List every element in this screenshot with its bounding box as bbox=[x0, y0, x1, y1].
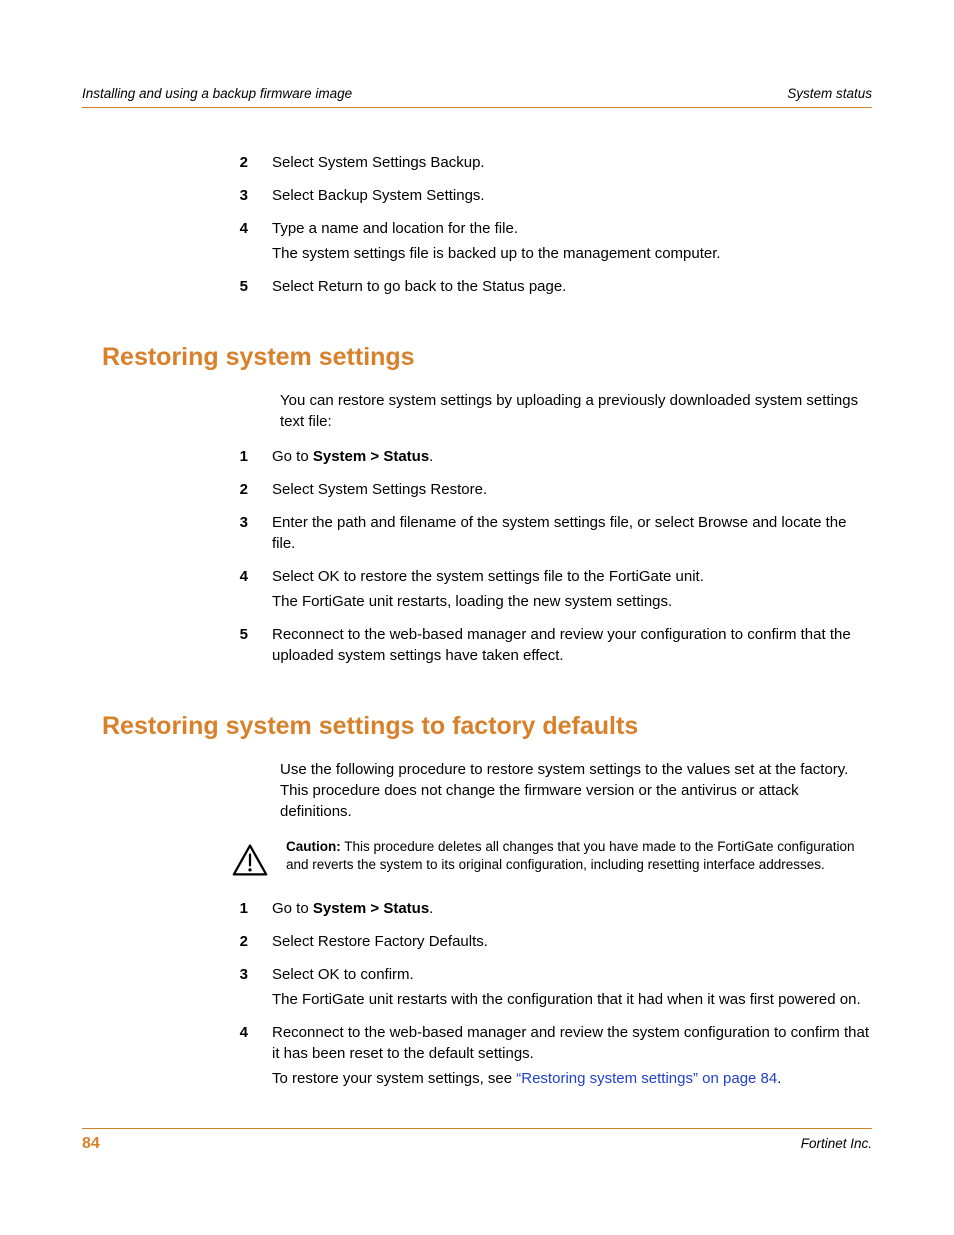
step-number: 1 bbox=[232, 446, 272, 471]
step-body: Select Return to go back to the Status p… bbox=[272, 276, 872, 301]
step-number: 2 bbox=[232, 152, 272, 177]
step-body: Reconnect to the web-based manager and r… bbox=[272, 624, 872, 670]
step-item: 3 Select OK to confirm. The FortiGate un… bbox=[232, 964, 872, 1014]
step-item: 3 Select Backup System Settings. bbox=[232, 185, 872, 210]
step-text: Select System Settings Backup. bbox=[272, 152, 872, 173]
step-text: Go to System > Status. bbox=[272, 898, 872, 919]
step-text: The system settings file is backed up to… bbox=[272, 243, 872, 264]
running-header: Installing and using a backup firmware i… bbox=[82, 86, 872, 108]
step-text: Type a name and location for the file. bbox=[272, 218, 872, 239]
step-number: 3 bbox=[232, 512, 272, 558]
step-text: Select OK to confirm. bbox=[272, 964, 872, 985]
intro-paragraph: You can restore system settings by uploa… bbox=[280, 390, 872, 432]
step-item: 5 Select Return to go back to the Status… bbox=[232, 276, 872, 301]
step-text: To restore your system settings, see “Re… bbox=[272, 1068, 872, 1089]
step-item: 1 Go to System > Status. bbox=[232, 898, 872, 923]
step-body: Type a name and location for the file. T… bbox=[272, 218, 872, 268]
step-text: Select System Settings Restore. bbox=[272, 479, 872, 500]
step-number: 2 bbox=[232, 479, 272, 504]
step-item: 2 Select System Settings Backup. bbox=[232, 152, 872, 177]
step-number: 5 bbox=[232, 276, 272, 301]
step-text: Select Restore Factory Defaults. bbox=[272, 931, 872, 952]
step-item: 3 Enter the path and filename of the sys… bbox=[232, 512, 872, 558]
step-body: Go to System > Status. bbox=[272, 446, 872, 471]
document-page: Installing and using a backup firmware i… bbox=[0, 0, 954, 1235]
caution-body: This procedure deletes all changes that … bbox=[286, 839, 855, 872]
step-text: The FortiGate unit restarts, loading the… bbox=[272, 591, 872, 612]
page-footer: 84 Fortinet Inc. bbox=[82, 1128, 872, 1153]
caution-label: Caution: bbox=[286, 839, 341, 854]
step-body: Go to System > Status. bbox=[272, 898, 872, 923]
step-body: Reconnect to the web-based manager and r… bbox=[272, 1022, 872, 1093]
step-text: Reconnect to the web-based manager and r… bbox=[272, 1022, 872, 1064]
step-text: Select Return to go back to the Status p… bbox=[272, 276, 872, 297]
step-text: Reconnect to the web-based manager and r… bbox=[272, 624, 872, 666]
step-item: 1 Go to System > Status. bbox=[232, 446, 872, 471]
step-body: Select OK to restore the system settings… bbox=[272, 566, 872, 616]
menu-path: System > Status bbox=[313, 900, 429, 917]
footer-company: Fortinet Inc. bbox=[801, 1136, 872, 1151]
step-text: Go to System > Status. bbox=[272, 446, 872, 467]
step-list-restore: 1 Go to System > Status. 2 Select System… bbox=[232, 446, 872, 670]
step-item: 2 Select Restore Factory Defaults. bbox=[232, 931, 872, 956]
step-number: 1 bbox=[232, 898, 272, 923]
step-number: 3 bbox=[232, 185, 272, 210]
step-number: 5 bbox=[232, 624, 272, 670]
step-item: 5 Reconnect to the web-based manager and… bbox=[232, 624, 872, 670]
step-number: 4 bbox=[232, 218, 272, 268]
step-text: Select OK to restore the system settings… bbox=[272, 566, 872, 587]
menu-path: System > Status bbox=[313, 448, 429, 465]
step-number: 4 bbox=[232, 566, 272, 616]
caution-text: Caution: This procedure deletes all chan… bbox=[286, 838, 872, 874]
header-left: Installing and using a backup firmware i… bbox=[82, 86, 352, 101]
step-body: Select Restore Factory Defaults. bbox=[272, 931, 872, 956]
step-number: 2 bbox=[232, 931, 272, 956]
step-number: 4 bbox=[232, 1022, 272, 1093]
section-title-restore: Restoring system settings bbox=[102, 343, 872, 372]
step-item: 4 Type a name and location for the file.… bbox=[232, 218, 872, 268]
step-body: Select System Settings Restore. bbox=[272, 479, 872, 504]
caution-block: Caution: This procedure deletes all chan… bbox=[232, 838, 872, 878]
page-number: 84 bbox=[82, 1135, 100, 1153]
section-title-factory: Restoring system settings to factory def… bbox=[102, 712, 872, 741]
step-text: Select Backup System Settings. bbox=[272, 185, 872, 206]
step-text: Enter the path and filename of the syste… bbox=[272, 512, 872, 554]
caution-icon bbox=[232, 842, 268, 878]
header-right: System status bbox=[787, 86, 872, 101]
step-item: 2 Select System Settings Restore. bbox=[232, 479, 872, 504]
step-list-factory: 1 Go to System > Status. 2 Select Restor… bbox=[232, 898, 872, 1093]
step-body: Select System Settings Backup. bbox=[272, 152, 872, 177]
page-content: 2 Select System Settings Backup. 3 Selec… bbox=[82, 108, 872, 1093]
step-list-top: 2 Select System Settings Backup. 3 Selec… bbox=[232, 152, 872, 301]
step-body: Enter the path and filename of the syste… bbox=[272, 512, 872, 558]
step-text: The FortiGate unit restarts with the con… bbox=[272, 989, 872, 1010]
step-number: 3 bbox=[232, 964, 272, 1014]
step-body: Select OK to confirm. The FortiGate unit… bbox=[272, 964, 872, 1014]
intro-paragraph: Use the following procedure to restore s… bbox=[280, 759, 872, 822]
step-body: Select Backup System Settings. bbox=[272, 185, 872, 210]
step-item: 4 Reconnect to the web-based manager and… bbox=[232, 1022, 872, 1093]
cross-reference-link[interactable]: “Restoring system settings” on page 84 bbox=[516, 1070, 777, 1087]
step-item: 4 Select OK to restore the system settin… bbox=[232, 566, 872, 616]
